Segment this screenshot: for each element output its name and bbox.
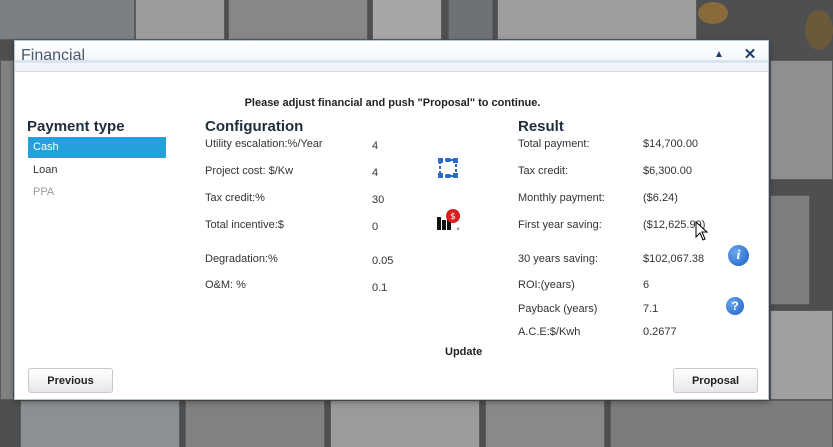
svg-text:₆: ₆ bbox=[457, 225, 460, 232]
config-label-total-incentive: Total incentive:$ bbox=[205, 219, 284, 231]
triangle-up-icon[interactable]: ▲ bbox=[711, 47, 727, 63]
info-icon[interactable]: i bbox=[728, 245, 749, 266]
financial-dialog: Financial ▲ ✕ Please adjust financial an… bbox=[14, 40, 769, 400]
result-label-tax-credit: Tax credit: bbox=[518, 165, 569, 177]
incentive-chart-icon[interactable]: $ ₆ bbox=[436, 208, 462, 237]
result-label-ace: A.C.E:$/Kwh bbox=[518, 326, 581, 338]
expand-grid-icon[interactable] bbox=[437, 157, 459, 184]
result-label-roi: ROI:(years) bbox=[518, 279, 575, 291]
update-button[interactable]: Update bbox=[445, 346, 482, 358]
result-label-monthly-payment: Monthly payment: bbox=[518, 192, 605, 204]
config-value-utility-escalation[interactable]: 4 bbox=[372, 140, 378, 152]
result-label-first-year-saving: First year saving: bbox=[518, 219, 602, 231]
dialog-titlebar: Financial ▲ ✕ bbox=[15, 41, 768, 72]
config-value-project-cost[interactable]: 4 bbox=[372, 167, 378, 179]
configuration-heading: Configuration bbox=[205, 118, 304, 135]
result-label-total-payment: Total payment: bbox=[518, 138, 590, 150]
result-value-total-payment: $14,700.00 bbox=[643, 138, 699, 150]
result-value-monthly-payment: ($6.24) bbox=[643, 192, 678, 204]
dialog-title: Financial bbox=[21, 47, 86, 64]
payment-type-item-ppa: PPA bbox=[33, 186, 55, 198]
previous-button[interactable]: Previous bbox=[28, 368, 113, 393]
config-label-degradation: Degradation:% bbox=[205, 253, 278, 265]
payment-type-heading: Payment type bbox=[27, 118, 125, 135]
proposal-button[interactable]: Proposal bbox=[673, 368, 758, 393]
result-value-tax-credit: $6,300.00 bbox=[643, 165, 692, 177]
svg-text:$: $ bbox=[450, 212, 456, 222]
result-label-payback: Payback (years) bbox=[518, 303, 598, 315]
config-label-utility-escalation: Utility escalation:%/Year bbox=[205, 138, 323, 150]
instruction-text: Please adjust financial and push "Propos… bbox=[244, 97, 541, 109]
config-value-tax-credit[interactable]: 30 bbox=[372, 194, 384, 206]
config-value-degradation[interactable]: 0.05 bbox=[372, 255, 393, 267]
config-label-om: O&M: % bbox=[205, 279, 246, 291]
payment-type-item-cash[interactable]: Cash bbox=[28, 137, 166, 158]
close-icon[interactable]: ✕ bbox=[742, 47, 758, 63]
result-value-ace: 0.2677 bbox=[643, 326, 677, 338]
config-value-total-incentive[interactable]: 0 bbox=[372, 221, 378, 233]
result-value-30-years-saving: $102,067.38 bbox=[643, 253, 705, 265]
help-icon[interactable]: ? bbox=[726, 297, 744, 315]
config-label-project-cost: Project cost: $/Kw bbox=[205, 165, 294, 177]
result-heading: Result bbox=[518, 118, 564, 135]
result-value-roi: 6 bbox=[643, 279, 650, 291]
result-label-30-years-saving: 30 years saving: bbox=[518, 253, 599, 265]
config-value-om[interactable]: 0.1 bbox=[372, 282, 387, 294]
payment-type-item-loan[interactable]: Loan bbox=[28, 160, 166, 181]
config-label-tax-credit: Tax credit:% bbox=[205, 192, 265, 204]
titlebar-accent bbox=[15, 60, 768, 63]
result-value-payback: 7.1 bbox=[643, 303, 659, 315]
